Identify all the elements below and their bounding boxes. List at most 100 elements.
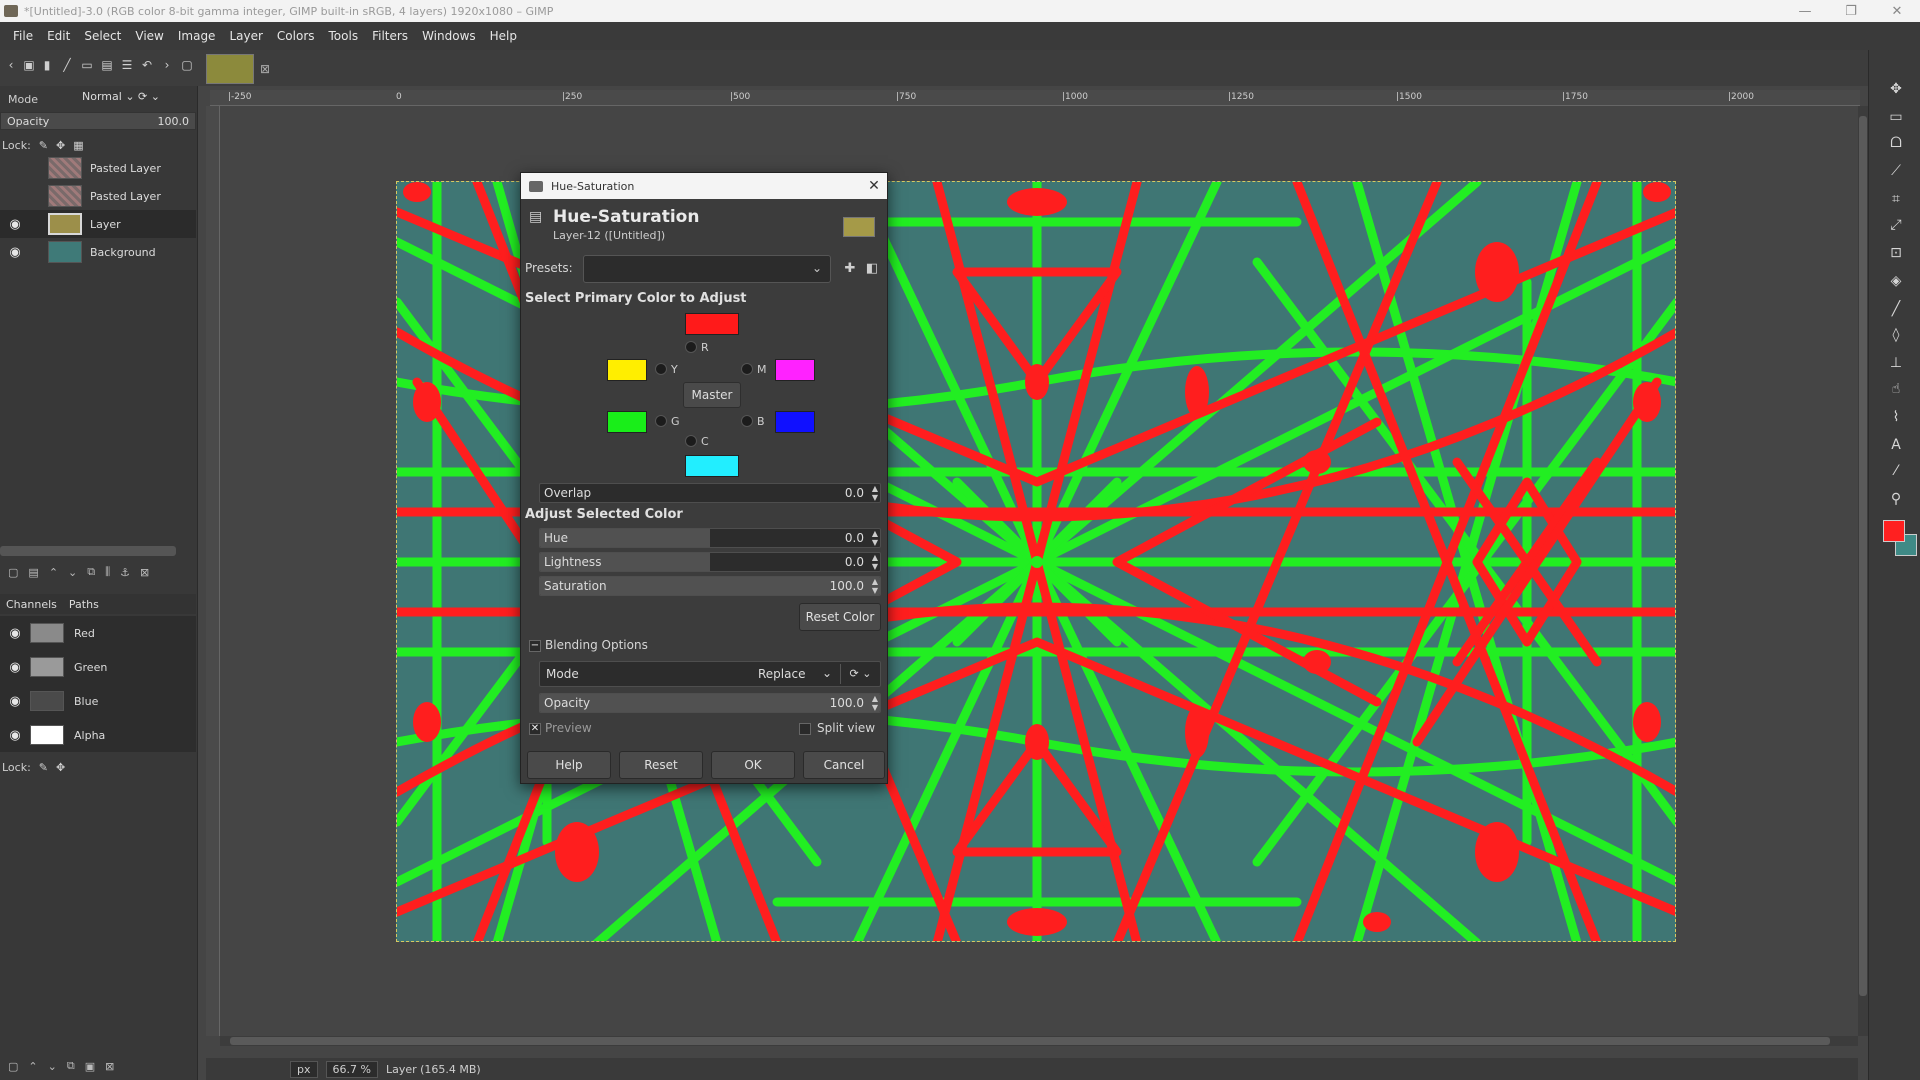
maximize-button[interactable]: ❐ [1828, 4, 1874, 19]
lock-pixels-icon[interactable]: ✎ [39, 139, 48, 152]
presets-select[interactable]: ⌄ [583, 255, 831, 283]
reset-color-button[interactable]: Reset Color [799, 603, 881, 631]
menu-layer[interactable]: Layer [222, 29, 269, 43]
eye-icon[interactable]: ◉ [0, 626, 30, 641]
gradient-icon[interactable]: ▮ [40, 58, 54, 72]
new-channel-icon[interactable]: ▢ [8, 1060, 18, 1073]
lower-channel-icon[interactable]: ⌄ [48, 1060, 57, 1073]
raise-channel-icon[interactable]: ⌃ [28, 1060, 37, 1073]
spin-arrows-icon[interactable]: ▲ ▼ [872, 553, 878, 571]
delete-channel-icon[interactable]: ⊠ [105, 1060, 114, 1073]
saturation-slider[interactable]: Saturation 100.0 ▲ ▼ [539, 576, 881, 596]
channel-to-selection-icon[interactable]: ▣ [85, 1060, 95, 1073]
horizontal-ruler[interactable]: |-250 0 |250 |500 |750 |1000 |1250 |1500… [210, 90, 1860, 106]
close-window-button[interactable]: ✕ [1874, 4, 1920, 19]
eye-icon[interactable]: ◉ [0, 217, 30, 232]
menu-filters[interactable]: Filters [365, 29, 415, 43]
new-layer-icon[interactable]: ▢ [8, 566, 18, 579]
move-tool-icon[interactable]: ✥ [1887, 80, 1905, 98]
menu-image[interactable]: Image [171, 29, 223, 43]
swatch-magenta[interactable] [775, 359, 815, 381]
merge-layer-icon[interactable]: ⫼ [105, 565, 110, 579]
blending-expander-icon[interactable]: − [529, 640, 541, 652]
delete-layer-icon[interactable]: ⊠ [140, 566, 149, 579]
foreground-color-swatch[interactable] [1883, 520, 1905, 542]
spin-arrows-icon[interactable]: ▲ ▼ [872, 484, 878, 502]
menu-colors[interactable]: Colors [270, 29, 322, 43]
eye-icon[interactable]: ◉ [0, 694, 30, 709]
vertical-ruler[interactable] [206, 106, 220, 1036]
zoom-tool-icon[interactable]: ⚲ [1887, 490, 1905, 508]
split-view-checkbox[interactable] [799, 723, 811, 735]
layers-scrollbar[interactable] [0, 546, 176, 556]
paintbrush-tool-icon[interactable]: ╱ [1887, 300, 1905, 318]
lasso-tool-icon[interactable]: ᗝ [1887, 134, 1905, 152]
lock-pixels-icon[interactable]: ✎ [39, 761, 48, 774]
add-preset-icon[interactable]: ✚ [843, 262, 857, 276]
swatch-yellow[interactable] [607, 359, 647, 381]
paths-tool-icon[interactable]: ⌇ [1887, 408, 1905, 426]
tab-paths[interactable]: Paths [63, 598, 105, 611]
eye-icon[interactable]: ◉ [0, 660, 30, 675]
swatch-green[interactable] [607, 411, 647, 433]
layer-row-selected[interactable]: ◉ Layer [0, 210, 196, 238]
menu-file[interactable]: File [6, 29, 40, 43]
eye-icon[interactable]: ◉ [0, 728, 30, 743]
master-button[interactable]: Master [683, 382, 741, 408]
lock-position-icon[interactable]: ✥ [56, 761, 65, 774]
canvas-horizontal-scrollbar[interactable] [220, 1036, 1858, 1046]
close-tab-icon[interactable]: ⊠ [260, 62, 270, 76]
ok-button[interactable]: OK [711, 751, 795, 779]
image-icon[interactable]: ▤ [100, 58, 114, 72]
eye-icon[interactable]: ◉ [0, 245, 30, 260]
raise-layer-icon[interactable]: ⌃ [49, 566, 58, 579]
eraser-tool-icon[interactable]: ◊ [1887, 326, 1905, 344]
swatch-red[interactable] [685, 313, 739, 335]
spin-arrows-icon[interactable]: ▲ ▼ [872, 577, 878, 595]
radio-green[interactable] [655, 415, 667, 427]
image-tab-thumbnail[interactable] [206, 54, 254, 84]
dialog-titlebar[interactable]: Hue-Saturation ✕ [521, 173, 887, 199]
spin-arrows-icon[interactable]: ▲ ▼ [872, 529, 878, 547]
layer-row[interactable]: Pasted Layer [0, 154, 196, 182]
list-icon[interactable]: ☰ [120, 58, 134, 72]
layer-mode-select[interactable]: Normal ⌄ ⟳ ⌄ [82, 90, 162, 108]
unit-select[interactable]: px [290, 1060, 318, 1078]
new-group-icon[interactable]: ▤ [28, 566, 38, 579]
channel-row[interactable]: ◉ Blue [0, 684, 196, 718]
cancel-button[interactable]: Cancel [803, 751, 885, 779]
menu-view[interactable]: View [128, 29, 170, 43]
swatch-cyan[interactable] [685, 455, 739, 477]
clone-tool-icon[interactable]: ⊥ [1887, 354, 1905, 372]
menu-windows[interactable]: Windows [415, 29, 483, 43]
dock-menu-icon[interactable]: ▢ [180, 58, 194, 72]
hue-slider[interactable]: Hue 0.0 ▲ ▼ [539, 528, 881, 548]
chevron-left-icon[interactable]: ‹ [4, 58, 18, 72]
layer-row[interactable]: ◉ Background [0, 238, 196, 266]
reset-button[interactable]: Reset [619, 751, 703, 779]
tab-channels[interactable]: Channels [0, 598, 63, 611]
menu-tools[interactable]: Tools [322, 29, 366, 43]
canvas-vertical-scrollbar[interactable] [1858, 106, 1868, 1036]
scroll-knob[interactable] [230, 1037, 1830, 1045]
undo-icon[interactable]: ↶ [140, 58, 154, 72]
channel-row[interactable]: ◉ Red [0, 616, 196, 650]
smudge-tool-icon[interactable]: ☝ [1887, 380, 1905, 398]
menu-help[interactable]: Help [483, 29, 524, 43]
radio-yellow[interactable] [655, 363, 667, 375]
blend-opacity-slider[interactable]: Opacity 100.0 ▲ ▼ [539, 693, 881, 713]
fuzzy-select-tool-icon[interactable]: ⟋ [1887, 162, 1905, 180]
radio-red[interactable] [685, 341, 697, 353]
dialog-close-button[interactable]: ✕ [861, 178, 887, 194]
minimize-button[interactable]: — [1782, 4, 1828, 19]
lock-alpha-icon[interactable]: ▦ [73, 139, 83, 152]
bucket-fill-tool-icon[interactable]: ◈ [1887, 272, 1905, 290]
radio-magenta[interactable] [741, 363, 753, 375]
channel-row[interactable]: ◉ Alpha [0, 718, 196, 752]
menu-select[interactable]: Select [77, 29, 128, 43]
lower-layer-icon[interactable]: ⌄ [68, 566, 77, 579]
crop-tool-icon[interactable]: ⌗ [1887, 190, 1905, 208]
scroll-knob[interactable] [1859, 116, 1867, 996]
brush-icon[interactable]: ╱ [60, 58, 74, 72]
swatch-blue[interactable] [775, 411, 815, 433]
